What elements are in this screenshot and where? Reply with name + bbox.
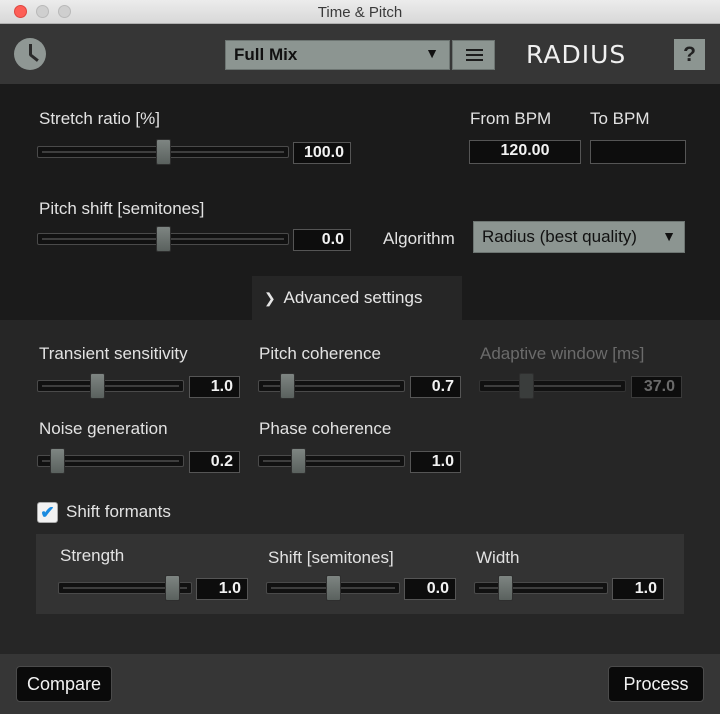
slider-thumb[interactable]	[165, 575, 180, 601]
algorithm-select[interactable]: Radius (best quality) ▼	[473, 221, 685, 253]
stretch-ratio-value[interactable]: 100.0	[293, 142, 351, 164]
pitch-coherence-label: Pitch coherence	[259, 344, 381, 363]
noise-generation-label: Noise generation	[39, 419, 168, 438]
slider-thumb[interactable]	[498, 575, 513, 601]
to-bpm-label: To BPM	[590, 109, 650, 128]
from-bpm-field[interactable]: 120.00	[469, 140, 581, 164]
strength-label: Strength	[60, 546, 125, 565]
strength-value[interactable]: 1.0	[196, 578, 248, 600]
chevron-down-icon: ▼	[425, 45, 439, 61]
slider-track	[258, 455, 405, 467]
slider-track	[474, 582, 608, 594]
slider-thumb[interactable]	[291, 448, 306, 474]
pitch-coherence-slider[interactable]	[258, 373, 405, 399]
chevron-down-icon: ▼	[662, 228, 676, 244]
width-slider[interactable]	[474, 575, 608, 601]
slider-thumb[interactable]	[50, 448, 65, 474]
radius-logo: RADIUS	[526, 40, 627, 69]
list-menu-button[interactable]	[452, 40, 495, 70]
transient-sensitivity-label: Transient sensitivity	[39, 344, 188, 363]
slider-thumb[interactable]	[326, 575, 341, 601]
pitch-coherence-value[interactable]: 0.7	[410, 376, 461, 398]
from-bpm-label: From BPM	[470, 109, 552, 128]
shift-formants-checkbox[interactable]: ✔	[37, 502, 58, 523]
list-icon-line	[466, 59, 483, 61]
strength-slider[interactable]	[58, 575, 192, 601]
noise-generation-slider[interactable]	[37, 448, 184, 474]
bottom-bar: Compare Process	[0, 654, 720, 714]
toolbar: Full Mix ▼ RADIUS ?	[0, 24, 720, 84]
formant-shift-slider[interactable]	[266, 575, 400, 601]
adaptive-window-slider	[479, 373, 626, 399]
shift-formants-label: Shift formants	[66, 502, 171, 521]
pitch-shift-slider[interactable]	[37, 226, 289, 252]
to-bpm-field[interactable]	[590, 140, 686, 164]
list-icon	[466, 49, 483, 51]
advanced-settings-label: Advanced settings	[283, 288, 423, 307]
phase-coherence-label: Phase coherence	[259, 419, 392, 438]
slider-thumb[interactable]	[156, 226, 171, 252]
noise-generation-value[interactable]: 0.2	[189, 451, 240, 473]
stretch-ratio-label: Stretch ratio [%]	[39, 109, 160, 128]
slider-thumb[interactable]	[156, 139, 171, 165]
advanced-settings-panel: Transient sensitivity 1.0 Pitch coherenc…	[0, 320, 720, 654]
stretch-ratio-slider[interactable]	[37, 139, 289, 165]
process-button[interactable]: Process	[608, 666, 704, 702]
window-titlebar: Time & Pitch	[0, 0, 720, 24]
help-button[interactable]: ?	[674, 39, 705, 70]
compare-button[interactable]: Compare	[16, 666, 112, 702]
formant-shift-label: Shift [semitones]	[268, 548, 394, 567]
chevron-down-icon: ❯	[264, 290, 276, 306]
advanced-settings-toggle[interactable]: ❯ Advanced settings	[252, 276, 462, 320]
width-label: Width	[476, 548, 520, 567]
slider-track	[479, 380, 626, 392]
phase-coherence-slider[interactable]	[258, 448, 405, 474]
main-settings-panel: Stretch ratio [%] 100.0 From BPM To BPM …	[0, 84, 720, 320]
window-title: Time & Pitch	[317, 4, 403, 21]
formant-shift-value[interactable]: 0.0	[404, 578, 456, 600]
slider-thumb[interactable]	[280, 373, 295, 399]
clock-icon[interactable]	[14, 38, 46, 70]
pitch-shift-value[interactable]: 0.0	[293, 229, 351, 251]
adaptive-window-label: Adaptive window [ms]	[480, 344, 645, 363]
slider-track	[37, 380, 184, 392]
slider-thumb	[519, 373, 534, 399]
width-value[interactable]: 1.0	[612, 578, 664, 600]
transient-sensitivity-slider[interactable]	[37, 373, 184, 399]
list-icon-line	[466, 54, 483, 56]
formant-settings-group: Strength 1.0 Shift [semitones] 0.0 Width…	[36, 534, 684, 614]
transient-sensitivity-value[interactable]: 1.0	[189, 376, 240, 398]
adaptive-window-value: 37.0	[631, 376, 682, 398]
algorithm-select-value: Radius (best quality)	[482, 227, 637, 246]
slider-thumb[interactable]	[90, 373, 105, 399]
mix-select-value: Full Mix	[234, 45, 298, 64]
phase-coherence-value[interactable]: 1.0	[410, 451, 461, 473]
algorithm-label: Algorithm	[383, 229, 455, 248]
pitch-shift-label: Pitch shift [semitones]	[39, 199, 205, 218]
mix-select[interactable]: Full Mix ▼	[225, 40, 450, 70]
